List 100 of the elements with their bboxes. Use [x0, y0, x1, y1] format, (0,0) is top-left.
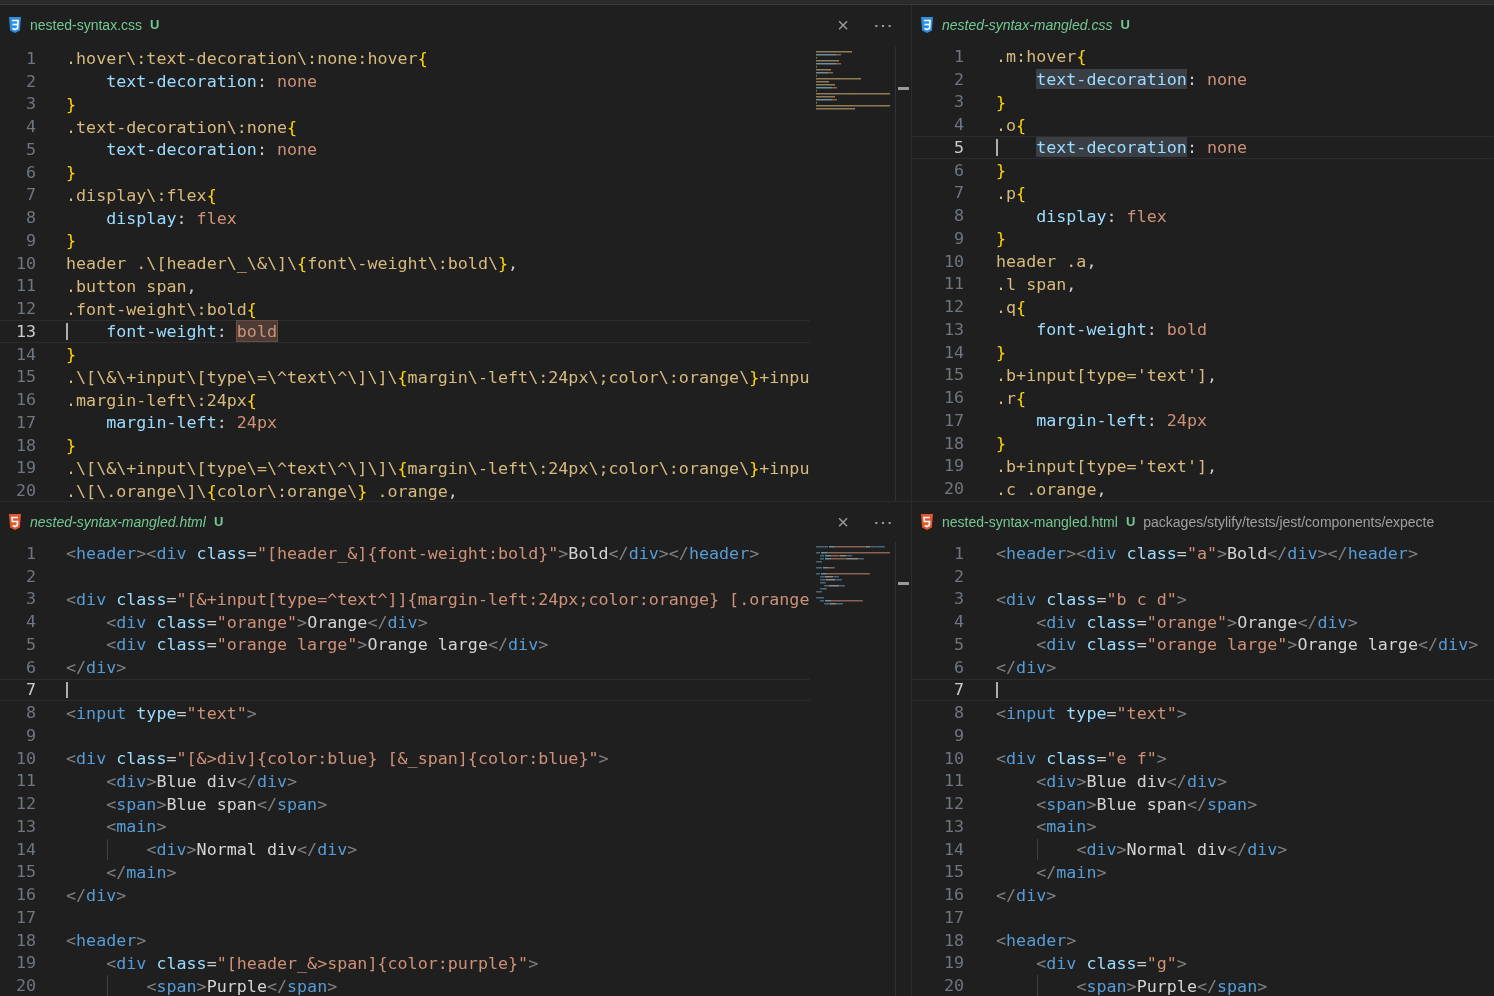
line-number: 9 — [952, 723, 964, 747]
line-number: 18 — [942, 928, 964, 952]
line-number: 12 — [14, 792, 36, 816]
code-line: .text-decoration\:none{ — [66, 115, 298, 138]
line-number: 13 — [14, 814, 36, 838]
editor-tab[interactable]: nested-syntax-mangled.html U — [8, 502, 224, 542]
line-number: 2 — [952, 67, 964, 91]
code-line: <span>Purple</span> — [1075, 974, 1268, 996]
line-number: 17 — [942, 905, 964, 929]
line-number: 4 — [952, 113, 964, 137]
code-line: } — [66, 161, 77, 184]
line-number: 8 — [952, 204, 964, 228]
line-number: 8 — [24, 701, 36, 725]
git-status-label: U — [213, 513, 224, 532]
code-line: .\[\&\+input\[type\=\^text\^\]\]\{margin\-left\:24px\;color\:orange\}+inpu — [66, 365, 810, 388]
code-line: } — [996, 432, 1007, 455]
code-line: text-decoration: none — [1035, 68, 1248, 91]
line-number: 11 — [942, 769, 964, 793]
code-line: text-decoration: none — [1035, 136, 1248, 159]
code-line: <div>Blue div</div> — [105, 769, 298, 792]
code-line: <header> — [66, 929, 147, 952]
scrollbar-marker — [898, 582, 909, 585]
editor-tab[interactable]: nested-syntax-mangled.html U — [920, 502, 1136, 542]
line-number: 12 — [942, 295, 964, 319]
code-line: .c .orange, — [996, 477, 1107, 500]
close-button[interactable]: × — [833, 512, 853, 532]
code-line: } — [66, 434, 77, 457]
line-number: 9 — [24, 228, 36, 252]
line-number: 8 — [952, 701, 964, 725]
line-number: 11 — [14, 274, 36, 298]
line-number: 6 — [24, 655, 36, 679]
line-number: 16 — [14, 388, 36, 412]
line-number: 2 — [952, 564, 964, 588]
line-number: 5 — [24, 137, 36, 161]
code-line: margin-left: 24px — [1035, 409, 1207, 432]
line-number: 20 — [942, 974, 964, 996]
code-line: <span>Blue span</span> — [105, 792, 328, 815]
line-number: 3 — [24, 92, 36, 116]
code-line: .margin-left\:24px{ — [66, 388, 257, 411]
code-line: } — [996, 341, 1007, 364]
code-line: text-decoration: none — [105, 138, 318, 161]
code-line: } — [66, 229, 77, 252]
line-number: 9 — [952, 226, 964, 250]
line-number: 20 — [14, 479, 36, 501]
code-line: <div class="orange large">Orange large</div> — [105, 633, 549, 656]
code-line: .p{ — [996, 181, 1027, 204]
line-number: 15 — [14, 860, 36, 884]
line-number: 10 — [942, 249, 964, 273]
code-line: margin-left: 24px — [105, 411, 277, 434]
code-line: .q{ — [996, 295, 1027, 318]
scrollbar-marker — [898, 87, 909, 90]
line-number: 17 — [14, 410, 36, 434]
line-number: 14 — [942, 340, 964, 364]
line-number: 10 — [942, 746, 964, 770]
line-number: 20 — [14, 974, 36, 996]
code-line: <div class="[&>div]{color:blue} [&_span]{color:blue}"> — [66, 747, 609, 770]
code-line: <div class="[header_&>span]{color:purple}"> — [105, 951, 539, 974]
more-actions-button[interactable]: ⋯ — [869, 512, 897, 532]
minimap-drawing[interactable] — [816, 51, 890, 110]
line-number: 1 — [24, 47, 36, 70]
line-number: 20 — [942, 477, 964, 501]
line-number: 3 — [952, 587, 964, 611]
code-line: } — [996, 227, 1007, 250]
line-number: 16 — [942, 883, 964, 907]
code-line: <span>Purple</span> — [145, 974, 338, 996]
file-path: packages/stylify/tests/jest/components/expecte — [1143, 512, 1435, 532]
line-number: 12 — [14, 297, 36, 321]
line-number: 12 — [942, 792, 964, 816]
code-line: </div> — [996, 656, 1057, 679]
minimap-drawing[interactable] — [816, 546, 890, 605]
line-number: 3 — [24, 587, 36, 611]
close-button[interactable]: × — [833, 15, 853, 35]
code-line: } — [996, 90, 1007, 113]
more-actions-button[interactable]: ⋯ — [869, 15, 897, 35]
line-number: 4 — [24, 115, 36, 139]
line-number: 15 — [14, 365, 36, 389]
line-number: 14 — [14, 837, 36, 861]
editor-tab[interactable]: nested-syntax.css U — [8, 5, 160, 45]
code-line: } — [66, 343, 77, 366]
line-number: 3 — [952, 90, 964, 114]
text-cursor — [996, 139, 998, 156]
editor-tab[interactable]: nested-syntax-mangled.css U — [920, 5, 1130, 45]
code-line: <div class="[&+input[type=^text^]]{margin-left:24px;color:orange} [.orange — [66, 587, 810, 610]
code-line: <div class="b c d"> — [996, 587, 1187, 610]
code-line: <header> — [996, 929, 1077, 952]
file-name: nested-syntax.css — [30, 15, 143, 35]
text-cursor — [66, 323, 68, 340]
code-line: .b+input[type='text'], — [996, 363, 1218, 386]
line-number: 6 — [952, 158, 964, 182]
code-line: .b+input[type='text'], — [996, 454, 1218, 477]
line-number: 8 — [24, 206, 36, 230]
code-line: </main> — [105, 860, 177, 883]
git-status-label: U — [1120, 16, 1130, 35]
code-line: </div> — [66, 656, 127, 679]
line-number: 2 — [24, 564, 36, 588]
code-line: <main> — [105, 815, 167, 838]
line-number: 14 — [942, 837, 964, 861]
line-number: 7 — [952, 181, 964, 205]
code-line: </main> — [1035, 860, 1107, 883]
code-line: <div class="g"> — [1035, 951, 1187, 974]
